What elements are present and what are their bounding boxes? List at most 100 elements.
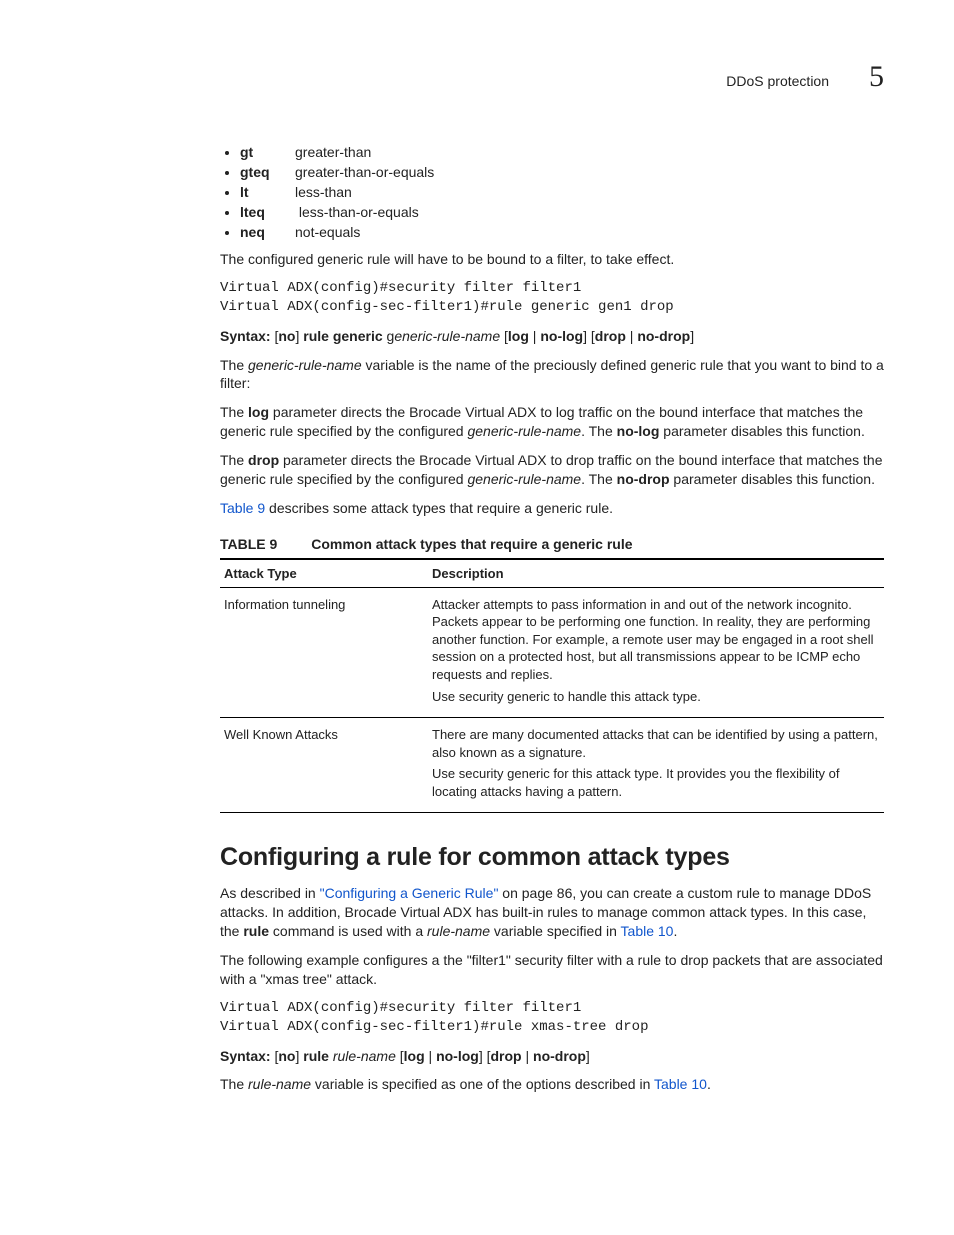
bracket: ] [479, 1048, 487, 1064]
op-desc: less-than [295, 184, 352, 200]
text: There are many documented attacks that c… [432, 726, 880, 761]
op-desc: greater-than [295, 144, 371, 160]
table-title: Common attack types that require a gener… [311, 536, 632, 552]
section-heading: Configuring a rule for common attack typ… [220, 843, 884, 872]
op-desc: less-than-or-equals [295, 204, 419, 220]
running-header: DDoS protection 5 [90, 60, 884, 94]
text: parameter disables this function. [670, 471, 875, 487]
table-label: TABLE 9 [220, 536, 277, 552]
text: g [383, 328, 395, 344]
cell-description: There are many documented attacks that c… [428, 718, 884, 813]
syntax-label: Syntax: [220, 328, 274, 344]
text: The [220, 404, 248, 420]
text: The [220, 452, 248, 468]
kw-drop: drop [595, 328, 626, 344]
code-block: Virtual ADX(config)#security filter filt… [220, 279, 884, 317]
text: command is used with a [269, 923, 427, 939]
paragraph: The configured generic rule will have to… [220, 250, 884, 269]
text: As described in [220, 885, 320, 901]
kw-nolog: no-log [436, 1048, 479, 1064]
kw-log: log [248, 404, 269, 420]
attack-table: Attack Type Description Information tunn… [220, 558, 884, 813]
var-generic-rule-name: generic-rule-name [467, 423, 581, 439]
content: gtgreater-than gteqgreater-than-or-equal… [220, 144, 884, 1094]
list-item: gteqgreater-than-or-equals [240, 164, 884, 180]
text: variable specified in [490, 923, 620, 939]
syntax-line: Syntax: [no] rule generic generic-rule-n… [220, 327, 884, 346]
bracket: ] [586, 1048, 590, 1064]
op-desc: greater-than-or-equals [295, 164, 434, 180]
operator-list: gtgreater-than gteqgreater-than-or-equal… [220, 144, 884, 240]
paragraph: Table 9 describes some attack types that… [220, 499, 884, 518]
var-generic-rule-name: generic-rule-name [467, 471, 581, 487]
kw-rule-generic: rule generic [303, 328, 382, 344]
pipe: | [522, 1048, 533, 1064]
link-table10[interactable]: Table 10 [621, 923, 674, 939]
text: Use security generic for this attack typ… [432, 765, 880, 800]
paragraph: The rule-name variable is specified as o… [220, 1075, 884, 1094]
kw-nodrop: no-drop [533, 1048, 586, 1064]
kw-nolog: no-log [617, 423, 660, 439]
code-block: Virtual ADX(config)#security filter filt… [220, 999, 884, 1037]
kw-nolog: no-log [540, 328, 583, 344]
th-attack-type: Attack Type [220, 559, 428, 588]
cell-attack-type: Information tunneling [220, 587, 428, 717]
pipe: | [626, 328, 637, 344]
text: . The [581, 423, 617, 439]
op-term: lteq [240, 204, 295, 220]
text: The [220, 357, 248, 373]
text: . [673, 923, 677, 939]
table-row: Well Known Attacks There are many docume… [220, 718, 884, 813]
list-item: ltless-than [240, 184, 884, 200]
op-term: neq [240, 224, 295, 240]
text: The [220, 1076, 248, 1092]
var-rule-name: rule-name [427, 923, 490, 939]
op-term: lt [240, 184, 295, 200]
cell-attack-type: Well Known Attacks [220, 718, 428, 813]
kw-rule: rule [243, 923, 269, 939]
text: . [707, 1076, 711, 1092]
paragraph: The following example configures a the "… [220, 951, 884, 989]
pipe: | [425, 1048, 436, 1064]
list-item: neqnot-equals [240, 224, 884, 240]
kw-drop: drop [491, 1048, 522, 1064]
cell-description: Attacker attempts to pass information in… [428, 587, 884, 717]
link-configuring-generic-rule[interactable]: "Configuring a Generic Rule" [320, 885, 499, 901]
text: describes some attack types that require… [265, 500, 613, 516]
bracket: ] [583, 328, 591, 344]
text: Use security generic to handle this atta… [432, 688, 880, 706]
var-rule-name: rule-name [333, 1048, 396, 1064]
text: parameter disables this function. [659, 423, 864, 439]
page: DDoS protection 5 gtgreater-than gteqgre… [0, 0, 954, 1164]
pipe: | [529, 328, 540, 344]
list-item: lteq less-than-or-equals [240, 204, 884, 220]
kw-nodrop: no-drop [617, 471, 670, 487]
link-table10[interactable]: Table 10 [654, 1076, 707, 1092]
op-term: gt [240, 144, 295, 160]
syntax-line: Syntax: [no] rule rule-name [log | no-lo… [220, 1047, 884, 1066]
op-desc: not-equals [295, 224, 360, 240]
chapter-number: 5 [869, 60, 884, 94]
list-item: gtgreater-than [240, 144, 884, 160]
paragraph: The generic-rule-name variable is the na… [220, 356, 884, 394]
text: variable is specified as one of the opti… [311, 1076, 654, 1092]
table-caption: TABLE 9 Common attack types that require… [220, 536, 884, 552]
var-rule-name: rule-name [248, 1076, 311, 1092]
var-generic-rule-name: generic-rule-name [248, 357, 362, 373]
table-row: Information tunneling Attacker attempts … [220, 587, 884, 717]
kw-log: log [508, 328, 529, 344]
table-header-row: Attack Type Description [220, 559, 884, 588]
kw-no: no [278, 1048, 295, 1064]
text: Attacker attempts to pass information in… [432, 596, 880, 684]
var-generic-rule-name: eneric-rule-name [394, 328, 500, 344]
paragraph: As described in "Configuring a Generic R… [220, 884, 884, 941]
op-term: gteq [240, 164, 295, 180]
bracket: ] [690, 328, 694, 344]
kw-no: no [278, 328, 295, 344]
link-table9[interactable]: Table 9 [220, 500, 265, 516]
syntax-label: Syntax: [220, 1048, 274, 1064]
th-description: Description [428, 559, 884, 588]
paragraph: The log parameter directs the Brocade Vi… [220, 403, 884, 441]
runhead-title: DDoS protection [726, 73, 829, 89]
kw-drop: drop [248, 452, 279, 468]
